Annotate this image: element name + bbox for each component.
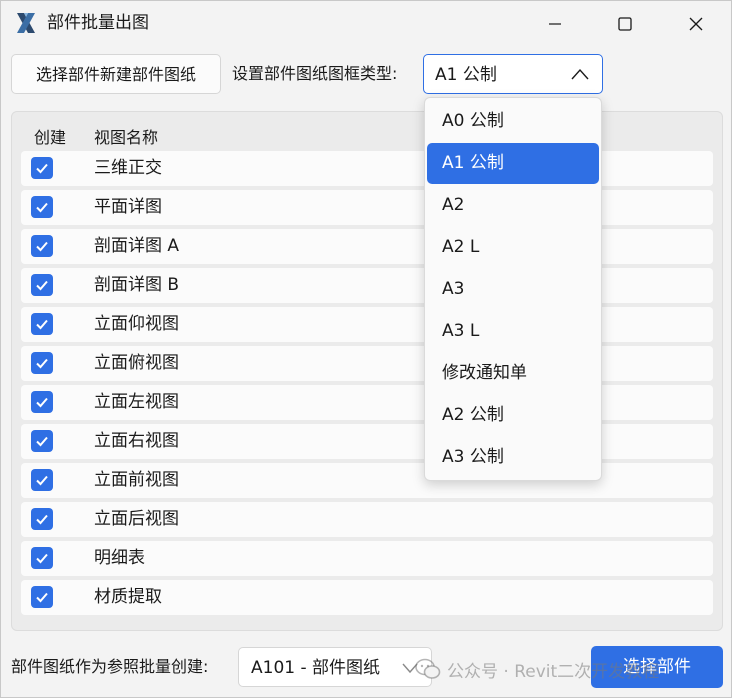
dropdown-option[interactable]: A3 L xyxy=(427,311,599,352)
create-checkbox[interactable] xyxy=(31,547,53,569)
title-bar[interactable]: 部件批量出图 xyxy=(1,1,731,47)
close-icon xyxy=(689,17,703,31)
dropdown-option[interactable]: A0 公制 xyxy=(427,101,599,142)
dropdown-option-label: A3 L xyxy=(442,321,480,341)
view-name: 立面仰视图 xyxy=(94,314,179,334)
column-header-view-name: 视图名称 xyxy=(94,128,159,147)
view-name: 立面后视图 xyxy=(94,509,179,529)
view-name: 明细表 xyxy=(94,548,145,568)
table-row: 立面仰视图 xyxy=(21,307,713,342)
dropdown-option-label: A2 L xyxy=(442,237,480,257)
checkmark-icon xyxy=(36,358,48,369)
table-row: 明细表 xyxy=(21,541,713,576)
watermark-text: 公众号 · Revit二次开发教程 xyxy=(447,661,660,682)
column-header-create: 创建 xyxy=(34,128,67,147)
views-list-panel: 创建 视图名称 三维正交平面详图剖面详图 A 剖面详图 B 立面仰视图立面俯视图立面… xyxy=(11,111,723,631)
create-checkbox[interactable] xyxy=(31,313,53,335)
create-checkbox[interactable] xyxy=(31,391,53,413)
dropdown-option[interactable]: A3 xyxy=(427,269,599,310)
table-row: 立面右视图 xyxy=(21,424,713,459)
frame-type-value: A1 公制 xyxy=(435,65,497,85)
checkmark-icon xyxy=(36,241,48,252)
dropdown-option[interactable]: A2 xyxy=(427,185,599,226)
table-row: 三维正交 xyxy=(21,151,713,186)
create-checkbox[interactable] xyxy=(31,157,53,179)
dropdown-option-label: A3 公制 xyxy=(442,447,504,467)
maximize-icon xyxy=(618,17,632,31)
dropdown-option-label: A2 xyxy=(442,195,465,215)
maximize-button[interactable] xyxy=(602,7,648,41)
wechat-icon xyxy=(415,658,441,679)
checkmark-icon xyxy=(36,553,48,564)
frame-type-combobox[interactable]: A1 公制 xyxy=(423,54,603,94)
new-part-sheet-button[interactable]: 选择部件新建部件图纸 xyxy=(11,54,221,94)
table-row: 剖面详图 A xyxy=(21,229,713,264)
view-name: 立面左视图 xyxy=(94,392,179,412)
view-name: 材质提取 xyxy=(94,587,162,607)
dropdown-option-label: A1 公制 xyxy=(442,153,504,173)
table-row: 剖面详图 B xyxy=(21,268,713,303)
checkmark-icon xyxy=(36,592,48,603)
create-checkbox[interactable] xyxy=(31,196,53,218)
create-checkbox[interactable] xyxy=(31,469,53,491)
view-name: 剖面详图 B xyxy=(94,275,180,295)
checkmark-icon xyxy=(36,280,48,291)
chevron-up-icon xyxy=(571,68,589,80)
create-checkbox[interactable] xyxy=(31,508,53,530)
create-checkbox[interactable] xyxy=(31,586,53,608)
dropdown-option[interactable]: A2 公制 xyxy=(427,395,599,436)
create-checkbox[interactable] xyxy=(31,274,53,296)
checkmark-icon xyxy=(36,319,48,330)
views-list: 三维正交平面详图剖面详图 A 剖面详图 B 立面仰视图立面俯视图立面左视图立面右视图… xyxy=(21,151,713,619)
dropdown-option-label: 修改通知单 xyxy=(442,363,527,383)
view-name: 立面右视图 xyxy=(94,431,179,451)
dropdown-option[interactable]: A3 公制 xyxy=(427,437,599,478)
minimize-button[interactable] xyxy=(532,7,578,41)
view-name: 三维正交 xyxy=(94,158,162,178)
table-row: 立面左视图 xyxy=(21,385,713,420)
dropdown-option[interactable]: A1 公制 xyxy=(427,143,599,184)
table-row: 立面俯视图 xyxy=(21,346,713,381)
reference-sheet-value: A101 - 部件图纸 xyxy=(251,658,381,678)
watermark: 公众号 · Revit二次开发教程 xyxy=(415,656,659,682)
reference-sheet-combobox[interactable]: A101 - 部件图纸 xyxy=(238,647,432,687)
frame-type-dropdown-list: A0 公制 A1 公制 A2 A2 L A3 A3 L 修改通知单 A2 公制 A3 公制 xyxy=(424,97,602,481)
checkmark-icon xyxy=(36,202,48,213)
view-name: 立面俯视图 xyxy=(94,353,179,373)
minimize-icon xyxy=(549,23,561,25)
reference-sheet-label: 部件图纸作为参照批量创建: xyxy=(11,657,209,676)
dropdown-option-label: A3 xyxy=(442,279,465,299)
dropdown-option[interactable]: A2 L xyxy=(427,227,599,268)
create-checkbox[interactable] xyxy=(31,235,53,257)
dropdown-option[interactable]: 修改通知单 xyxy=(427,353,599,394)
checkmark-icon xyxy=(36,397,48,408)
table-row: 平面详图 xyxy=(21,190,713,225)
checkmark-icon xyxy=(36,514,48,525)
view-name: 平面详图 xyxy=(94,197,162,217)
checkmark-icon xyxy=(36,475,48,486)
checkmark-icon xyxy=(36,436,48,447)
view-name: 立面前视图 xyxy=(94,470,179,490)
close-button[interactable] xyxy=(673,7,719,41)
create-checkbox[interactable] xyxy=(31,430,53,452)
table-row: 立面前视图 xyxy=(21,463,713,498)
frame-type-label: 设置部件图纸图框类型: xyxy=(232,64,398,83)
table-row: 立面后视图 xyxy=(21,502,713,537)
table-row: 材质提取 xyxy=(21,580,713,615)
checkmark-icon xyxy=(36,163,48,174)
app-logo-icon xyxy=(15,11,37,35)
app-window: 部件批量出图 选择部件新建部件图纸 设置部件图纸图框类型: A1 公制 创建 视… xyxy=(0,0,732,698)
create-checkbox[interactable] xyxy=(31,352,53,374)
window-title: 部件批量出图 xyxy=(47,13,149,33)
view-name: 剖面详图 A xyxy=(94,236,180,256)
dropdown-option-label: A0 公制 xyxy=(442,111,504,131)
dropdown-option-label: A2 公制 xyxy=(442,405,504,425)
